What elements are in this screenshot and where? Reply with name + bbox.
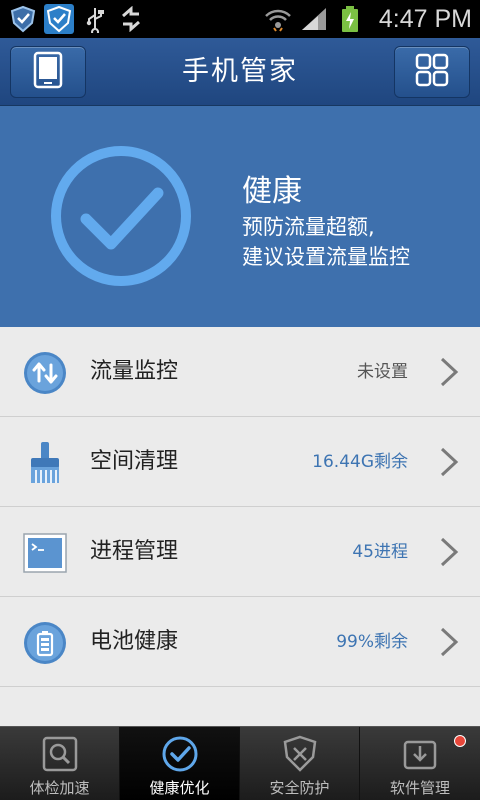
tab-checkup[interactable]: 体检加速: [0, 727, 120, 800]
list-item-value: 16.44G剩余: [312, 452, 408, 472]
notification-badge: [454, 735, 466, 747]
bottom-tab-bar: 体检加速 健康优化 安全防护 软件管理: [0, 726, 480, 800]
list-item-value: 99%剩余: [336, 632, 408, 652]
sync-icon: [116, 4, 146, 34]
check-circle-icon[interactable]: [48, 143, 194, 289]
list-item-battery[interactable]: 电池健康 99%剩余: [0, 597, 480, 687]
tab-security[interactable]: 安全防护: [240, 727, 360, 800]
app-header: 手机管家: [0, 38, 480, 106]
box-icon: [401, 735, 439, 773]
traffic-arrows-icon: [22, 350, 68, 396]
chevron-right-icon: [438, 357, 460, 387]
list-item-value: 45进程: [352, 542, 408, 562]
battery-icon: [22, 620, 68, 666]
tab-label: 体检加速: [29, 779, 90, 797]
list-item-label: 流量监控: [90, 359, 179, 384]
list-item-storage[interactable]: 空间清理 16.44G剩余: [0, 417, 480, 507]
broom-icon: [22, 440, 68, 486]
tab-label: 安全防护: [269, 779, 330, 797]
terminal-icon: [22, 530, 68, 576]
tab-label: 软件管理: [389, 779, 450, 797]
status-bar: 4:47 PM: [0, 0, 480, 38]
feature-list: 流量监控 未设置 空间清理 16.44G剩余 进程管理 45进程 电池健康 99…: [0, 327, 480, 726]
check-circle-icon: [161, 735, 199, 773]
chevron-right-icon: [438, 447, 460, 477]
health-tip-line-1: 预防流量超额,: [242, 215, 375, 239]
signal-icon: [299, 4, 329, 34]
chevron-right-icon: [438, 627, 460, 657]
health-status: 健康: [242, 174, 302, 209]
tab-software[interactable]: 软件管理: [360, 727, 480, 800]
health-tip-line-2: 建议设置流量监控: [242, 245, 410, 269]
status-time: 4:47 PM: [378, 4, 472, 33]
tab-label: 健康优化: [149, 779, 210, 797]
shield-app-icon: [8, 4, 38, 34]
tab-health[interactable]: 健康优化: [120, 727, 240, 800]
list-item-traffic[interactable]: 流量监控 未设置: [0, 327, 480, 417]
battery-charging-icon: [335, 4, 365, 34]
list-item-label: 空间清理: [90, 449, 179, 474]
usb-icon: [80, 4, 110, 34]
menu-grid-button[interactable]: [394, 46, 470, 98]
shield-app-icon-2: [44, 4, 74, 34]
shield-x-icon: [281, 735, 319, 773]
magnifier-icon: [41, 735, 79, 773]
list-item-process[interactable]: 进程管理 45进程: [0, 507, 480, 597]
list-item-label: 电池健康: [90, 629, 179, 654]
list-item-value: 未设置: [357, 362, 408, 382]
grid-icon: [415, 53, 449, 91]
chevron-right-icon: [438, 537, 460, 567]
list-item-label: 进程管理: [90, 539, 179, 564]
wifi-icon: [263, 4, 293, 34]
health-summary-panel: 健康 预防流量超额, 建议设置流量监控: [0, 106, 480, 327]
